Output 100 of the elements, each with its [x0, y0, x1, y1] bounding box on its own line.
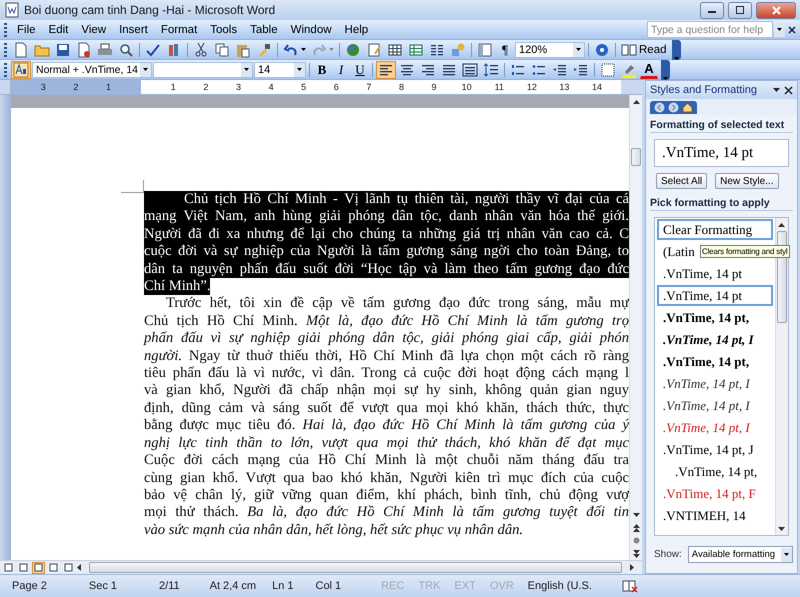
formatting-list-item[interactable]: .VnTime, 14 pt, J [657, 439, 773, 460]
help-search-field[interactable]: Type a question for help [647, 21, 773, 38]
tooltip: Clears formatting and styl [700, 245, 790, 258]
menu-item[interactable]: Table [244, 22, 284, 38]
menu-item[interactable]: Format [154, 22, 204, 38]
scroll-thumb[interactable] [631, 148, 641, 166]
font-size-dropdown[interactable]: 14 [254, 62, 306, 78]
close-icon[interactable] [784, 86, 793, 94]
ruler-number: 13 [558, 81, 570, 94]
back-icon[interactable] [654, 102, 665, 112]
formatting-list-item[interactable]: .VnTime, 14 pt, I [657, 329, 773, 350]
formatting-list-item[interactable]: .VnTime, 14 pt, [657, 461, 773, 482]
normal-view-button[interactable] [2, 562, 15, 574]
formatting-list-item[interactable]: .VNTIMEH, 14 [657, 505, 773, 526]
formatting-list-item[interactable]: .VnTime, 14 pt, F [657, 483, 773, 504]
italic-button[interactable]: I [332, 60, 350, 78]
ruler-number: 2 [72, 81, 80, 94]
formatting-list-item[interactable]: .VnTime, 14 pt, I [657, 373, 773, 394]
text-line: định, dũng cảm và sáng suốt để vượt qua mọi khó khăn, thách thức, thực [144, 400, 629, 418]
right-arrow-icon[interactable] [630, 564, 634, 571]
formatting-list-item[interactable]: .VnTime, 14 pt, I [657, 395, 773, 416]
outline-view-button[interactable] [47, 562, 60, 574]
ruler-number: 5 [300, 81, 308, 94]
word-document-icon [4, 2, 20, 18]
menu-item[interactable]: Tools [204, 22, 244, 38]
read-button[interactable]: Read [619, 40, 668, 58]
distributed-button[interactable] [460, 60, 480, 78]
pane-title: Styles and Formatting [650, 84, 758, 96]
menu-item[interactable]: Insert [113, 22, 154, 38]
status-text: At 2,4 cm [210, 580, 256, 592]
close-icon[interactable] [786, 24, 798, 36]
maximize-icon[interactable] [736, 6, 744, 14]
down-arrow-icon[interactable] [778, 526, 786, 530]
left-arrow-icon[interactable] [77, 564, 81, 571]
menu-item[interactable]: Window [284, 22, 338, 38]
reading-layout-button[interactable] [62, 562, 75, 574]
menu-item[interactable]: Help [338, 22, 374, 38]
text-line: cùng gian khổ. Vượt qua bao khó khăn, Người kiên trì mục đích của cuộc [144, 470, 629, 487]
select-all-button[interactable]: Select All [656, 173, 708, 189]
text-line: bảo vệ chân lý, giữ vững quan điểm, khí phách, bình tĩnh, chủ động vượ [144, 486, 629, 504]
status-text: OVR [490, 580, 514, 592]
help-icon [594, 42, 610, 58]
underline-button[interactable]: U [351, 60, 369, 78]
bold-button[interactable]: B [313, 60, 331, 78]
status-text: Col 1 [316, 580, 342, 592]
ruler-number: 7 [365, 81, 372, 94]
scroll-thumb[interactable] [89, 562, 622, 573]
show-dropdown[interactable]: Available formatting [688, 546, 793, 563]
menu-item[interactable]: View [75, 22, 112, 38]
formatting-list-item[interactable]: Clear Formatting [657, 219, 773, 240]
ruler-number: 2 [202, 81, 210, 94]
forward-icon[interactable] [668, 102, 679, 112]
caret-icon [576, 48, 581, 51]
menu-item[interactable]: Edit [42, 22, 74, 38]
ruler-number: 4 [268, 81, 275, 94]
text-line: mọi thử thách. Ba là, đạo đức Hồ Chí Minh là tấm gương tuyệt đối tin [144, 504, 629, 522]
scroll-thumb[interactable] [776, 231, 787, 323]
ruler-number: 1 [104, 81, 112, 94]
formatting-list-item[interactable]: .VnTime, 14 pt [657, 285, 773, 306]
formatting-list-item[interactable]: .VnTime, 14 pt [657, 263, 773, 284]
status-text: Page 2 [12, 580, 47, 592]
paragraph-lines-icon [462, 62, 478, 78]
home-icon[interactable] [682, 102, 693, 112]
dropdown-arrow-icon[interactable] [772, 88, 780, 92]
show-formatting-button[interactable]: ¶ [496, 40, 514, 58]
scissors-icon [193, 42, 209, 58]
selected-format-box: .VnTime, 14 pt [654, 139, 789, 167]
formatting-list-item[interactable]: .VnTime, 14 pt, [657, 307, 773, 328]
shapes-icon [450, 42, 466, 58]
formatting-list-item[interactable]: .VnTime, 14 pt, I [657, 417, 773, 438]
text-line: bằng được mục tiêu đó. Hai là, đạo đức Hồ Chí Minh là tấm gương của ý [144, 417, 629, 435]
toolbar-options-button[interactable] [661, 60, 670, 80]
up-arrow-icon[interactable] [778, 222, 786, 226]
toolbar-options-button[interactable] [672, 40, 680, 60]
caret-icon [784, 553, 789, 556]
styles-button[interactable] [11, 60, 31, 78]
line-spacing-icon [483, 62, 499, 78]
zoom-dropdown[interactable]: 120% [515, 42, 585, 58]
formatting-list-item[interactable]: .VnTime, 14 pt, [657, 351, 773, 372]
up-arrow-icon [632, 100, 640, 104]
new-style-button[interactable]: New Style... [715, 173, 778, 189]
caret-icon [143, 68, 148, 71]
text-line: Chủ tịch Hồ Chí Minh. Một là, đạo đức Hồ Chí Minh là tấm gương trọ [144, 312, 629, 330]
web-layout-button[interactable] [17, 562, 30, 574]
align-left-button[interactable] [376, 60, 396, 78]
menu-item[interactable]: File [11, 22, 42, 38]
double-down-arrow-icon [632, 550, 640, 558]
minimize-button[interactable] [700, 2, 724, 18]
spreadsheet-icon [408, 42, 424, 58]
ruler-number: 3 [234, 81, 242, 94]
status-text: REC [381, 580, 404, 592]
close-button[interactable] [756, 2, 796, 18]
print-layout-button[interactable] [32, 562, 45, 574]
caret-icon [777, 28, 782, 31]
text-line: tiêu phấn đấu là vì nước, vì dân. Trong cả cuộc đời hoạt động cách mạng l [144, 365, 629, 382]
maximize-button[interactable] [728, 2, 752, 18]
help-dropdown-button[interactable] [774, 22, 785, 36]
line-spacing-button[interactable] [481, 60, 501, 78]
document-icon [76, 42, 92, 58]
style-dropdown[interactable]: Normal + .VnTime, 14 [32, 62, 152, 78]
